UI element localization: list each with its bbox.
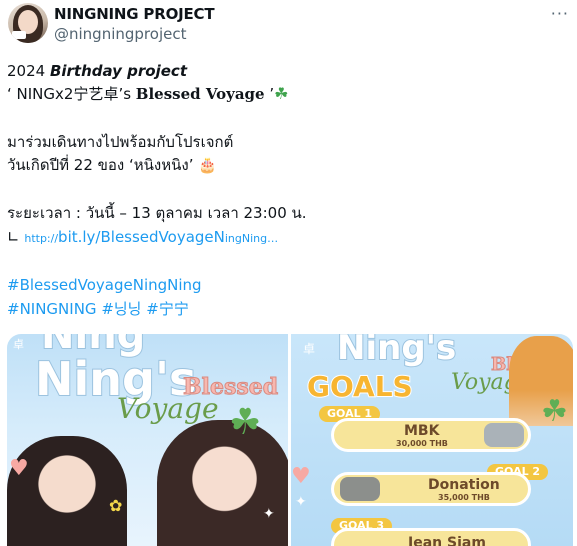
tweet-line-title: 2024 Birthday project — [7, 60, 187, 82]
sparkle-icon: ✦ — [263, 506, 275, 522]
goal1-photo — [484, 423, 524, 447]
goal3-card: Jean Siam — [331, 528, 531, 546]
shamrock-icon: ☘ — [274, 84, 289, 103]
goal2-photo — [340, 477, 380, 501]
project-name-suffix: ’ — [264, 85, 275, 103]
goals-title: GOALS — [306, 369, 414, 404]
corner-char-right: 卓 — [303, 342, 316, 356]
tweet-line-period: ระยะเวลา : วันนี้ – 13 ตุลาคม เวลา 23:00… — [7, 204, 307, 222]
avatar[interactable] — [8, 3, 48, 43]
more-options-icon[interactable]: ··· — [551, 4, 569, 23]
link-arrow-icon: ∟ — [7, 228, 25, 246]
clover-icon: ☘ — [229, 402, 262, 443]
tweet-line-birthday: วันเกิดปีที่ 22 ของ ‘หนิงหนิง’ 🎂 — [7, 154, 217, 176]
sparkle-icon-right: ✦ — [295, 494, 307, 510]
voyage-label: Voyage — [117, 392, 219, 425]
user-handle[interactable]: @ningningproject — [54, 25, 186, 43]
tweet-header: NINGNING PROJECT @ningningproject ··· — [8, 2, 573, 48]
photo-person-left — [7, 436, 127, 546]
tweet-line-invite: มาร่วมเดินทางไปพร้อมกับโปรเจกต์ — [7, 133, 234, 151]
goal2-name: Donation — [428, 477, 500, 493]
flower-icon: ✿ — [109, 496, 123, 515]
tweet-media[interactable]: Ning Ning's 卓 Blessed Voyage ☘ ♥ ✿ ✦ 卓 N… — [7, 334, 573, 546]
goal1-card: MBK 30,000 THB — [331, 418, 531, 452]
goal3-name: Jean Siam — [408, 535, 486, 546]
tweet-line-title-bold: Birthday project — [49, 62, 187, 80]
link-scheme: http:// — [24, 232, 59, 245]
heart-icon: ♥ — [9, 456, 29, 481]
goal2-card: Donation 35,000 THB — [331, 472, 531, 506]
tweet-line-title-prefix: 2024 — [7, 62, 50, 80]
goal1-amount: 30,000 THB — [396, 439, 448, 448]
project-name-prefix: ‘ NINGx2宁艺卓’s — [7, 85, 136, 103]
heart-icon-right: ♥ — [291, 464, 311, 489]
tweet-line-link: ∟ http://bit.ly/BlessedVoyageNingNing… — [7, 226, 278, 250]
project-link[interactable]: http://bit.ly/BlessedVoyageNingNing… — [24, 228, 278, 246]
hashtag-ningning[interactable]: #NINGNING #닝닝 #宁宁 — [7, 298, 189, 320]
goal1-name: MBK — [404, 423, 440, 439]
media-image-right[interactable]: 卓 Ning's GOALS Blessed Voyage ☘ GOAL 1 M… — [291, 334, 573, 546]
avatar-tag — [12, 31, 26, 39]
poster-title-right: Ning's — [336, 334, 457, 369]
project-name-bold: Blessed Voyage — [135, 85, 265, 103]
corner-char: 卓 — [13, 338, 24, 351]
hashtag-blessedvoyage[interactable]: #BlessedVoyageNingNing — [7, 274, 202, 296]
tweet-line-project-name: ‘ NINGx2宁艺卓’s Blessed Voyage ’☘ — [7, 83, 288, 105]
media-image-left[interactable]: Ning Ning's 卓 Blessed Voyage ☘ ♥ ✿ ✦ — [7, 334, 288, 546]
link-main: bit.ly/BlessedVoyageN — [58, 228, 225, 246]
display-name[interactable]: NINGNING PROJECT — [54, 5, 215, 23]
birthday-text: วันเกิดปีที่ 22 ของ ‘หนิงหนิง’ — [7, 156, 199, 174]
goal2-amount: 35,000 THB — [438, 493, 490, 502]
photo-person-right — [157, 420, 288, 546]
link-tail: ingNing… — [224, 232, 279, 245]
cake-icon: 🎂 — [198, 156, 217, 174]
clover-icon-right: ☘ — [541, 394, 568, 429]
